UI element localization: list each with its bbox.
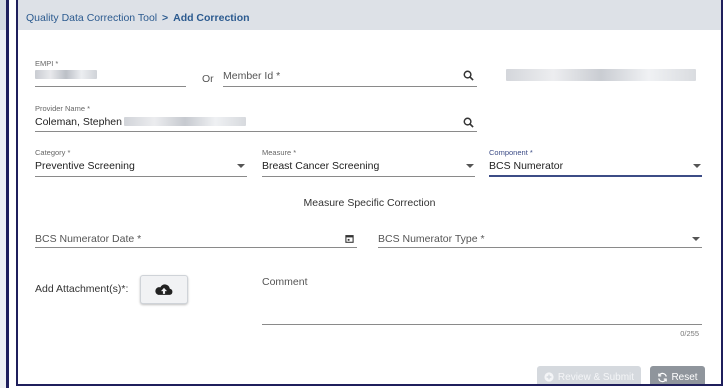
comment-underline xyxy=(262,324,702,325)
refresh-icon xyxy=(658,372,668,382)
cloud-upload-icon xyxy=(155,283,173,295)
dropdown-arrow-icon[interactable] xyxy=(692,237,700,241)
breadcrumb-current: Add Correction xyxy=(173,12,250,24)
component-select[interactable]: BCS Numerator xyxy=(489,160,563,172)
dropdown-arrow-icon[interactable] xyxy=(693,164,701,168)
empi-label: EMPI * xyxy=(35,59,59,68)
numerator-date-underline xyxy=(35,247,357,248)
review-submit-label: Review & Submit xyxy=(557,371,635,383)
comment-input[interactable]: Comment xyxy=(262,276,308,288)
member-id-input[interactable]: Member Id * xyxy=(223,70,280,82)
category-select[interactable]: Preventive Screening xyxy=(35,160,135,172)
breadcrumb-root[interactable]: Quality Data Correction Tool xyxy=(26,12,157,24)
reset-button[interactable]: Reset xyxy=(650,366,705,384)
search-icon[interactable] xyxy=(461,68,475,82)
breadcrumb: Quality Data Correction Tool > Add Corre… xyxy=(26,12,250,24)
measure-label: Measure * xyxy=(262,148,297,157)
review-submit-button[interactable]: Review & Submit xyxy=(537,366,641,384)
background-panel-edge xyxy=(0,0,9,388)
component-label: Component * xyxy=(489,148,533,157)
category-underline xyxy=(35,176,247,177)
empi-field[interactable] xyxy=(35,86,186,87)
component-underline xyxy=(489,175,702,177)
member-info-redacted xyxy=(506,69,696,81)
dropdown-arrow-icon[interactable] xyxy=(237,164,245,168)
provider-name-label: Provider Name * xyxy=(35,104,91,113)
calendar-icon[interactable] xyxy=(343,232,355,244)
comment-char-counter: 0/255 xyxy=(680,329,699,338)
measure-underline xyxy=(262,176,475,177)
reset-label: Reset xyxy=(671,371,698,383)
measure-select[interactable]: Breast Cancer Screening xyxy=(262,160,379,172)
numerator-date-input[interactable]: BCS Numerator Date * xyxy=(35,233,141,245)
dialog-header: Quality Data Correction Tool > Add Corre… xyxy=(18,0,721,30)
search-icon[interactable] xyxy=(461,115,475,129)
category-label: Category * xyxy=(35,148,71,157)
member-id-underline xyxy=(223,86,477,87)
or-text: Or xyxy=(202,73,214,85)
empi-redacted-value xyxy=(35,70,97,79)
numerator-type-select[interactable]: BCS Numerator Type * xyxy=(378,233,485,245)
dropdown-arrow-icon[interactable] xyxy=(466,164,474,168)
attachment-label: Add Attachment(s)*: xyxy=(35,283,129,295)
provider-name-value[interactable]: Coleman, Stephen xyxy=(35,116,122,128)
numerator-type-underline xyxy=(378,247,702,248)
breadcrumb-separator: > xyxy=(162,12,169,24)
section-title: Measure Specific Correction xyxy=(303,197,436,209)
upload-attachment-button[interactable] xyxy=(140,275,188,304)
provider-name-redacted xyxy=(124,117,246,126)
plus-circle-icon xyxy=(544,372,554,382)
add-correction-dialog: Quality Data Correction Tool > Add Corre… xyxy=(16,0,723,386)
provider-name-underline xyxy=(35,131,477,132)
